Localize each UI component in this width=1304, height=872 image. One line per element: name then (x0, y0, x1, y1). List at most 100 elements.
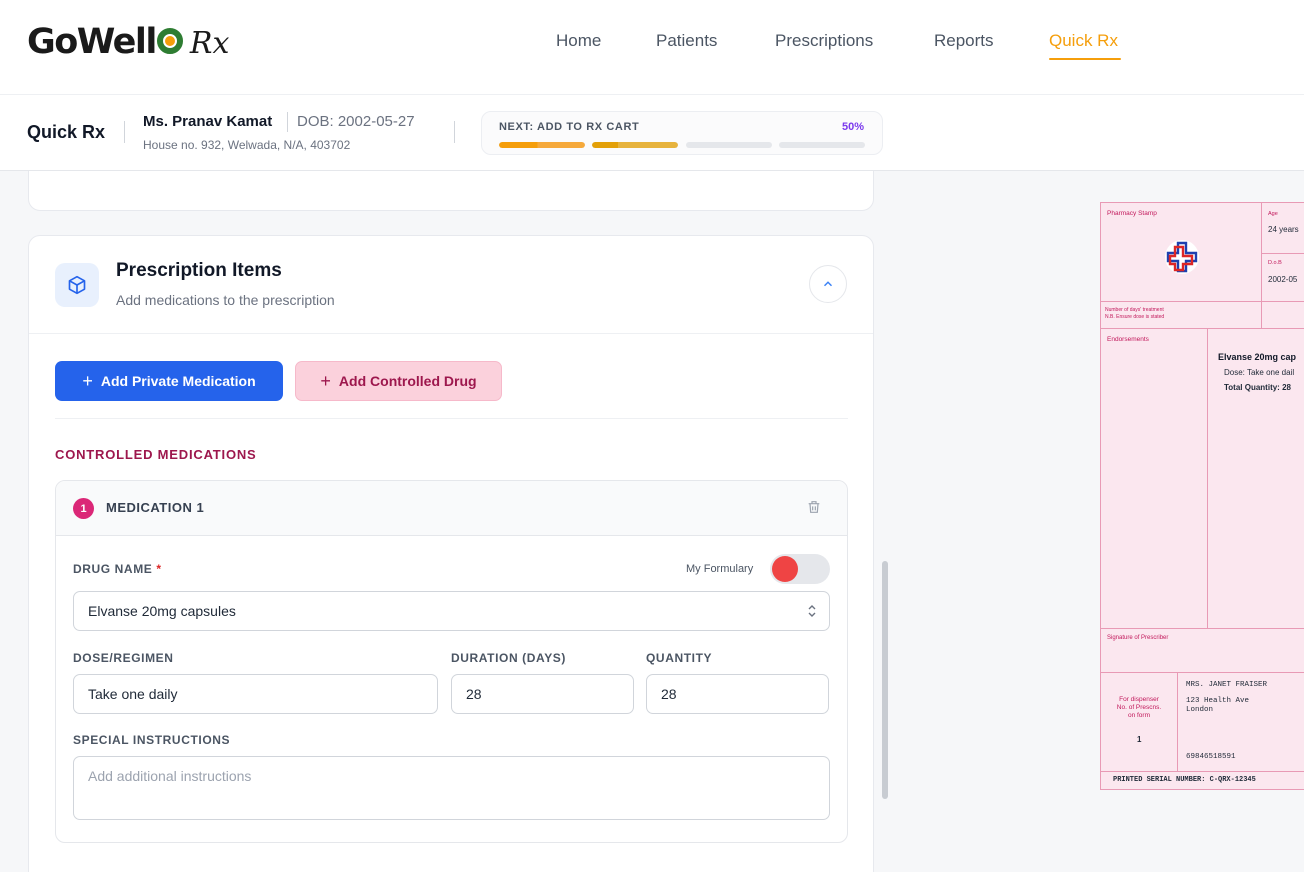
progress-segment-4 (779, 142, 865, 148)
drug-name-value: Elvanse 20mg capsules (88, 603, 236, 619)
select-arrows-icon (808, 605, 816, 617)
recipient-name: MRS. JANET FRAISER (1186, 681, 1268, 689)
form-rule (1101, 628, 1304, 629)
collapse-button[interactable] (809, 265, 847, 303)
drug-name-label: DRUG NAME * (73, 562, 162, 576)
button-label: Add Controlled Drug (338, 373, 477, 389)
toggle-knob (772, 556, 798, 582)
pharmacy-stamp-label: Pharmacy Stamp (1107, 210, 1157, 217)
recipient-address-line1: 123 Health Ave (1186, 697, 1250, 705)
quantity-value: 28 (661, 686, 677, 702)
dispenser-label: For dispenser No. of Prescns. on form (1116, 696, 1162, 719)
delete-medication-button[interactable] (806, 499, 822, 519)
special-instructions-textarea[interactable]: Add additional instructions (73, 756, 830, 820)
package-icon (55, 263, 99, 307)
duration-label: DURATION (DAYS) (451, 651, 567, 665)
my-formulary-label: My Formulary (686, 563, 754, 575)
printed-serial-number: PRINTED SERIAL NUMBER: C-QRX-12345 (1113, 776, 1256, 784)
nav-reports[interactable]: Reports (934, 31, 994, 51)
my-formulary-toggle[interactable] (770, 554, 830, 584)
special-instructions-label: SPECIAL INSTRUCTIONS (73, 733, 231, 747)
plus-icon: + (82, 370, 93, 391)
logo-text: GoWell (27, 22, 157, 62)
form-rule (1101, 672, 1304, 673)
quantity-label: QUANTITY (646, 651, 713, 665)
add-controlled-drug-button[interactable]: + Add Controlled Drug (295, 361, 502, 401)
button-label: Add Private Medication (100, 373, 256, 389)
pharmacy-cross-icon (1165, 240, 1199, 274)
rx-dose: Dose: Take one dail (1224, 368, 1295, 377)
patient-address: House no. 932, Welwada, N/A, 403702 (143, 138, 351, 152)
add-private-medication-button[interactable]: + Add Private Medication (55, 361, 283, 401)
nav-quick-rx[interactable]: Quick Rx (1049, 31, 1118, 51)
progress-segment-2 (592, 142, 678, 148)
age-value: 24 years (1268, 225, 1299, 234)
patient-subheader: Quick Rx Ms. Pranav Kamat DOB: 2002-05-2… (0, 95, 1304, 171)
medication-header: 1 MEDICATION 1 (56, 481, 847, 536)
progress-segment-1 (499, 142, 585, 148)
form-rule (1207, 328, 1208, 628)
dob-value: 2002-05 (1268, 275, 1298, 284)
ensure-dose-label: N.B. Ensure dose is stated (1105, 314, 1165, 320)
prescription-items-header[interactable]: Prescription Items Add medications to th… (29, 236, 873, 334)
plus-icon: + (320, 370, 331, 391)
divider (287, 112, 288, 132)
scrollbar-thumb[interactable] (882, 561, 888, 799)
logo-o-mark (156, 28, 183, 54)
dose-label: DOSE/REGIMEN (73, 651, 174, 665)
duration-input[interactable]: 28 (451, 674, 634, 714)
section-subtitle: Add medications to the prescription (116, 292, 335, 308)
divider (124, 121, 125, 143)
form-rule (1101, 328, 1304, 329)
form-rule (1261, 203, 1262, 328)
active-nav-indicator (1049, 58, 1121, 60)
medication-card: 1 MEDICATION 1 DRUG NAME * My Formulary … (55, 480, 848, 843)
medication-number-badge: 1 (73, 498, 94, 519)
signature-label: Signature of Prescriber (1107, 635, 1169, 641)
gowello-rx-logo[interactable]: GoWell Rx (27, 22, 229, 62)
progress-segment-3 (686, 142, 772, 148)
form-rule (1261, 253, 1304, 254)
page-title: Quick Rx (27, 122, 106, 142)
section-title: Prescription Items (116, 260, 282, 281)
form-rule (1101, 771, 1304, 772)
prescription-form-preview: Pharmacy Stamp Age 24 years D.o.B 2002-0… (1100, 202, 1304, 790)
top-navigation: GoWell Rx Home Patients Prescriptions Rep… (0, 0, 1304, 95)
prescription-items-card: Prescription Items Add medications to th… (28, 235, 874, 872)
endorsements-label: Endorsements (1107, 336, 1149, 343)
controlled-medications-heading: CONTROLLED MEDICATIONS (55, 447, 257, 462)
rx-total-quantity: Total Quantity: 28 (1224, 383, 1291, 392)
progress-percent: 50% (841, 121, 864, 133)
nav-patients[interactable]: Patients (656, 31, 717, 51)
divider (55, 418, 848, 419)
trash-icon (808, 501, 820, 513)
dose-input[interactable]: Take one daily (73, 674, 438, 714)
required-mark: * (156, 562, 162, 576)
rx-drug: Elvanse 20mg cap (1218, 352, 1297, 362)
chevron-up-icon (823, 281, 833, 287)
divider (454, 121, 455, 143)
previous-section-card (28, 171, 874, 211)
age-label: Age (1268, 211, 1278, 217)
main-content: Prescription Items Add medications to th… (0, 171, 1304, 872)
nav-prescriptions[interactable]: Prescriptions (775, 31, 873, 51)
drug-name-select[interactable]: Elvanse 20mg capsules (73, 591, 830, 631)
progress-card: NEXT: ADD TO RX CART 50% (481, 111, 883, 155)
recipient-address-line2: London (1186, 706, 1214, 714)
duration-value: 28 (466, 686, 482, 702)
patient-dob: DOB: 2002-05-27 (297, 113, 415, 130)
nav-home[interactable]: Home (556, 31, 601, 51)
medication-title: MEDICATION 1 (106, 500, 205, 515)
form-rule (1177, 672, 1178, 772)
dob-label: D.o.B (1268, 260, 1282, 266)
label-text: DRUG NAME (73, 562, 153, 576)
form-rule (1101, 301, 1304, 302)
quantity-input[interactable]: 28 (646, 674, 829, 714)
patient-name: Ms. Pranav Kamat (143, 113, 273, 130)
logo-rx-text: Rx (189, 26, 230, 61)
progress-label: NEXT: ADD TO RX CART (499, 121, 640, 133)
recipient-id: 69846518591 (1186, 753, 1236, 761)
days-treatment-label: Number of days' treatment (1105, 307, 1164, 313)
dose-value: Take one daily (88, 686, 178, 702)
prescns-count: 1 (1137, 735, 1142, 744)
